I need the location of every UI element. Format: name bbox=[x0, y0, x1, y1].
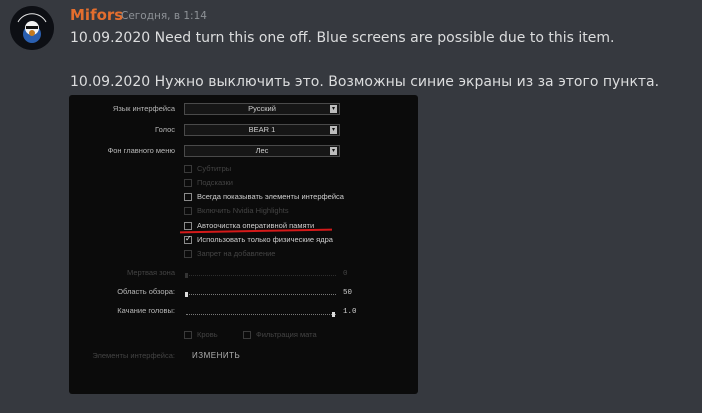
chevron-down-icon: ▾ bbox=[330, 147, 337, 155]
avatar[interactable] bbox=[10, 6, 54, 50]
dead-zone-value: 0 bbox=[343, 270, 348, 278]
auto-clear-ram-checkbox bbox=[184, 222, 192, 230]
physical-cores-label: Использовать только физические ядра bbox=[197, 235, 333, 244]
menu-background-dropdown: Лес ▾ bbox=[184, 145, 340, 157]
field-of-view-knob bbox=[185, 292, 188, 297]
message-line-russian: 10.09.2020 Нужно выключить это. Возможны… bbox=[70, 74, 660, 90]
change-button: ИЗМЕНИТЬ bbox=[192, 351, 241, 360]
chevron-down-icon: ▾ bbox=[330, 105, 337, 113]
username[interactable]: Mifors bbox=[70, 6, 123, 24]
voice-dropdown: BEAR 1 ▾ bbox=[184, 124, 340, 136]
field-of-view-value: 50 bbox=[343, 289, 353, 297]
head-bob-knob bbox=[332, 312, 335, 317]
blood-checkbox bbox=[184, 331, 192, 339]
attached-screenshot[interactable]: Язык интерфейса Русский ▾ Голос BEAR 1 ▾… bbox=[69, 95, 418, 394]
dead-zone-label: Мертвая зона bbox=[127, 268, 175, 277]
head-bob-value: 1.0 bbox=[343, 308, 357, 316]
subtitles-label: Субтитры bbox=[197, 164, 232, 173]
profanity-filter-checkbox bbox=[243, 331, 251, 339]
nvidia-highlights-checkbox bbox=[184, 207, 192, 215]
avatar-image bbox=[10, 6, 54, 50]
nvidia-highlights-label: Включить Nvidia Highlights bbox=[197, 206, 289, 215]
chevron-down-icon: ▾ bbox=[330, 126, 337, 134]
add-ban-label: Запрет на добавление bbox=[197, 249, 276, 258]
message-line-english: 10.09.2020 Need turn this one off. Blue … bbox=[70, 30, 615, 46]
field-of-view-slider bbox=[186, 294, 336, 296]
head-bob-slider bbox=[186, 314, 336, 316]
add-ban-checkbox bbox=[184, 250, 192, 258]
voice-value: BEAR 1 bbox=[248, 125, 276, 134]
message-timestamp: Сегодня, в 1:14 bbox=[121, 10, 207, 22]
blood-label: Кровь bbox=[197, 330, 218, 339]
language-value: Русский bbox=[248, 104, 276, 113]
physical-cores-checkbox bbox=[184, 234, 192, 244]
menu-background-value: Лес bbox=[255, 146, 269, 155]
hints-checkbox bbox=[184, 179, 192, 187]
setting-label-language: Язык интерфейса bbox=[112, 104, 175, 113]
always-show-ui-checkbox bbox=[184, 193, 192, 201]
subtitles-checkbox bbox=[184, 165, 192, 173]
dead-zone-knob bbox=[185, 273, 188, 278]
field-of-view-label: Область обзора: bbox=[117, 287, 175, 296]
setting-label-menu-background: Фон главного меню bbox=[107, 146, 175, 155]
setting-label-voice: Голос bbox=[155, 125, 175, 134]
always-show-ui-label: Всегда показывать элементы интерфейса bbox=[197, 192, 344, 201]
profanity-filter-label: Фильтрация мата bbox=[256, 330, 317, 339]
interface-elements-label: Элементы интерфейса: bbox=[92, 351, 175, 360]
language-dropdown: Русский ▾ bbox=[184, 103, 340, 115]
dead-zone-slider bbox=[186, 275, 336, 277]
hints-label: Подсказки bbox=[197, 178, 233, 187]
head-bob-label: Качание головы: bbox=[117, 306, 175, 315]
